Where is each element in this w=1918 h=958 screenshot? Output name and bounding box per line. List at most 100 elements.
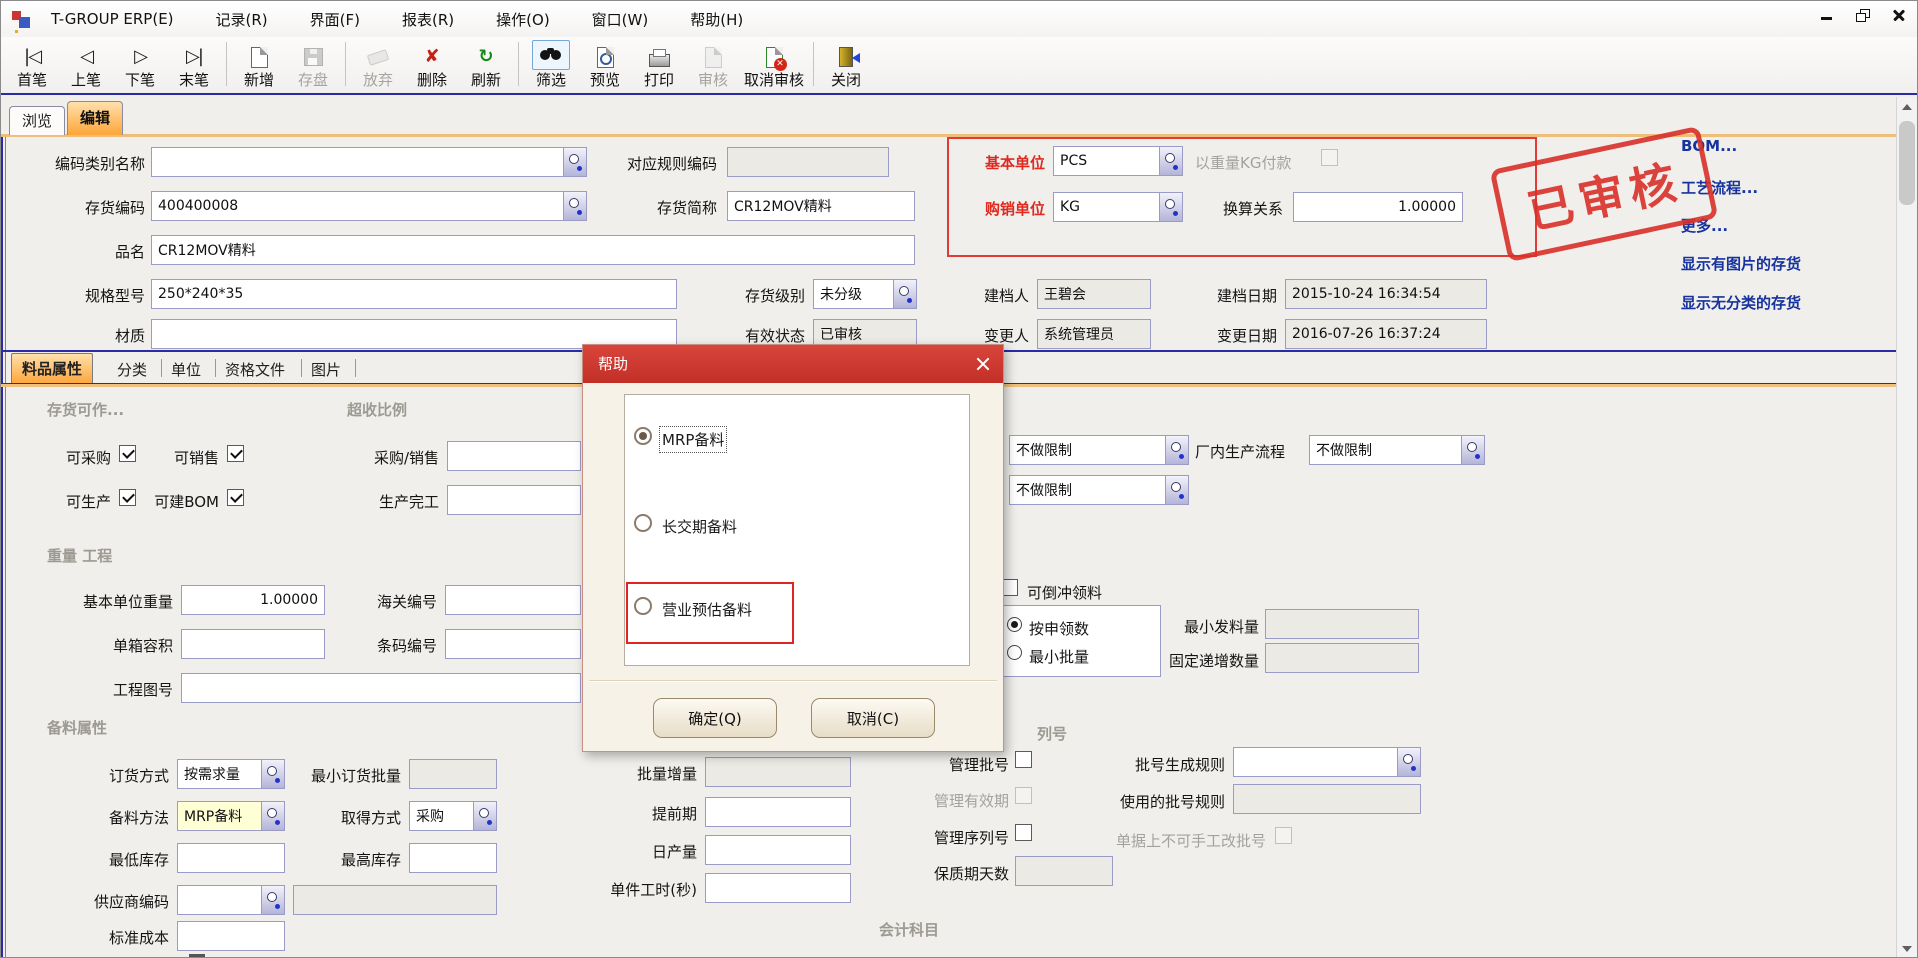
menu-help[interactable]: 帮助(H) bbox=[684, 7, 749, 32]
link-show-with-images[interactable]: 显示有图片的存货 bbox=[1681, 253, 1801, 274]
toolbar-preview[interactable]: 预览 bbox=[578, 38, 632, 90]
acquire-method-field[interactable]: 采购 bbox=[409, 801, 497, 831]
production-field[interactable] bbox=[447, 485, 581, 515]
toolbar-new[interactable]: 新增 bbox=[232, 38, 286, 90]
by-request-radio[interactable] bbox=[1007, 617, 1022, 632]
toolbar-delete[interactable]: ✘ 删除 bbox=[405, 38, 459, 90]
long-lead-radio[interactable] bbox=[634, 514, 652, 532]
unit-hours-field[interactable] bbox=[705, 873, 851, 903]
menu-window[interactable]: 窗口(W) bbox=[586, 7, 655, 32]
menu-tgroup-erp[interactable]: T-GROUP ERP(E) bbox=[45, 8, 180, 30]
cancel-button[interactable]: 取消(C) bbox=[811, 698, 935, 738]
manage-batch-checkbox[interactable] bbox=[1015, 751, 1032, 768]
menu-report[interactable]: 报表(R) bbox=[396, 7, 460, 32]
order-method-field[interactable]: 按需求量 bbox=[177, 759, 285, 789]
scrollbar-thumb[interactable] bbox=[1899, 121, 1915, 205]
min-batch-radio[interactable] bbox=[1007, 645, 1022, 660]
toolbar-prev-record[interactable]: ◁ 上笔 bbox=[59, 38, 113, 90]
lead-time-field[interactable] bbox=[705, 797, 851, 827]
toolbar-close[interactable]: 关闭 bbox=[819, 38, 873, 90]
manage-serial-checkbox[interactable] bbox=[1015, 824, 1032, 841]
item-code-field[interactable]: 400400008 bbox=[151, 191, 587, 221]
menu-operation[interactable]: 操作(O) bbox=[490, 7, 556, 32]
supplier-code-field[interactable] bbox=[177, 885, 285, 915]
scroll-down-button[interactable] bbox=[1897, 939, 1917, 958]
toolbar-cancel-audit[interactable]: 取消审核 bbox=[740, 38, 808, 90]
sellable-checkbox[interactable] bbox=[227, 445, 244, 462]
daily-output-field[interactable] bbox=[705, 835, 851, 865]
toolbar-first-record[interactable]: |◁ 首笔 bbox=[5, 38, 59, 90]
link-show-uncategorized[interactable]: 显示无分类的存货 bbox=[1681, 292, 1801, 313]
drawing-no-field[interactable] bbox=[181, 673, 581, 703]
section-stock-attributes: 备料属性 bbox=[47, 717, 107, 738]
tab-qualification-files[interactable]: 资格文件 bbox=[225, 359, 285, 380]
level-field[interactable]: 未分级 bbox=[813, 279, 917, 309]
producible-checkbox[interactable] bbox=[119, 489, 136, 506]
code-category-field[interactable] bbox=[151, 147, 587, 177]
fixed-increment-field bbox=[1265, 643, 1419, 673]
tab-edit[interactable]: 编辑 bbox=[67, 101, 123, 135]
long-lead-label[interactable]: 长交期备料 bbox=[662, 516, 737, 537]
tab-images[interactable]: 图片 bbox=[311, 359, 341, 380]
close-window-button[interactable] bbox=[1891, 7, 1907, 23]
lookup-icon[interactable] bbox=[1165, 476, 1188, 504]
lookup-icon[interactable] bbox=[1397, 748, 1420, 776]
conv-rate-field[interactable]: 1.00000 bbox=[1293, 192, 1463, 222]
lookup-icon[interactable] bbox=[261, 802, 284, 830]
item-name-field[interactable]: CR12MOV精料 bbox=[151, 235, 915, 265]
tab-unit[interactable]: 单位 bbox=[171, 359, 201, 380]
spec-field[interactable]: 250*240*35 bbox=[151, 279, 677, 309]
min-stock-field[interactable] bbox=[177, 843, 285, 873]
barcode-field[interactable] bbox=[445, 629, 581, 659]
trade-unit-field[interactable]: KG bbox=[1053, 192, 1183, 222]
mrp-stock-label[interactable]: MRP备料 bbox=[662, 429, 724, 450]
restore-button[interactable] bbox=[1855, 7, 1871, 23]
menu-interface[interactable]: 界面(F) bbox=[304, 7, 366, 32]
lookup-icon[interactable] bbox=[1165, 436, 1188, 464]
lookup-icon[interactable] bbox=[473, 802, 496, 830]
vertical-scrollbar[interactable] bbox=[1896, 97, 1917, 958]
tab-item-attributes[interactable]: 料品属性 bbox=[11, 353, 93, 384]
factory-flow-field[interactable]: 不做限制 bbox=[1309, 435, 1485, 465]
base-weight-field[interactable]: 1.00000 bbox=[181, 585, 325, 615]
purchase-sale-field[interactable] bbox=[447, 441, 581, 471]
dialog-close-icon[interactable] bbox=[973, 354, 993, 374]
can-bom-checkbox[interactable] bbox=[227, 489, 244, 506]
mrp-stock-radio[interactable] bbox=[634, 427, 652, 445]
lookup-icon[interactable] bbox=[261, 760, 284, 788]
divider bbox=[301, 359, 302, 377]
base-unit-field[interactable]: PCS bbox=[1053, 146, 1183, 176]
ok-button[interactable]: 确定(Q) bbox=[653, 698, 777, 738]
tab-category[interactable]: 分类 bbox=[117, 359, 147, 380]
customs-code-field[interactable] bbox=[445, 585, 581, 615]
lookup-icon[interactable] bbox=[1159, 193, 1182, 221]
box-volume-field[interactable] bbox=[181, 629, 325, 659]
lookup-icon[interactable] bbox=[261, 886, 284, 914]
toolbar-refresh[interactable]: ↻ 刷新 bbox=[459, 38, 513, 90]
fixed-increment-label: 固定递增数量 bbox=[1153, 650, 1259, 671]
item-short-field[interactable]: CR12MOV精料 bbox=[727, 191, 915, 221]
batch-rule-field[interactable] bbox=[1233, 747, 1421, 777]
lead-time-label: 提前期 bbox=[585, 803, 697, 824]
minimize-button[interactable] bbox=[1819, 7, 1835, 23]
pay-by-kg-label: 以重量KG付款 bbox=[1195, 152, 1313, 173]
toolbar-last-record[interactable]: ▷| 末笔 bbox=[167, 38, 221, 90]
lookup-icon[interactable] bbox=[563, 192, 586, 220]
purchasable-checkbox[interactable] bbox=[119, 445, 136, 462]
lookup-icon[interactable] bbox=[893, 280, 916, 308]
lookup-icon[interactable] bbox=[1461, 436, 1484, 464]
lookup-icon[interactable] bbox=[1159, 147, 1182, 175]
lookup-icon[interactable] bbox=[563, 148, 586, 176]
stock-method-field[interactable]: MRP备料 bbox=[177, 801, 285, 831]
max-stock-field[interactable] bbox=[409, 843, 497, 873]
menu-record[interactable]: 记录(R) bbox=[210, 7, 274, 32]
scroll-up-button[interactable] bbox=[1897, 97, 1917, 117]
toolbar-print[interactable]: 打印 bbox=[632, 38, 686, 90]
spec-label: 规格型号 bbox=[21, 285, 145, 306]
limit-field-a[interactable]: 不做限制 bbox=[1009, 435, 1189, 465]
toolbar-next-record[interactable]: ▷ 下笔 bbox=[113, 38, 167, 90]
limit-field-c[interactable]: 不做限制 bbox=[1009, 475, 1189, 505]
std-cost-field[interactable] bbox=[177, 921, 285, 951]
tab-browse[interactable]: 浏览 bbox=[9, 106, 65, 135]
toolbar-filter[interactable]: 筛选 bbox=[524, 38, 578, 90]
